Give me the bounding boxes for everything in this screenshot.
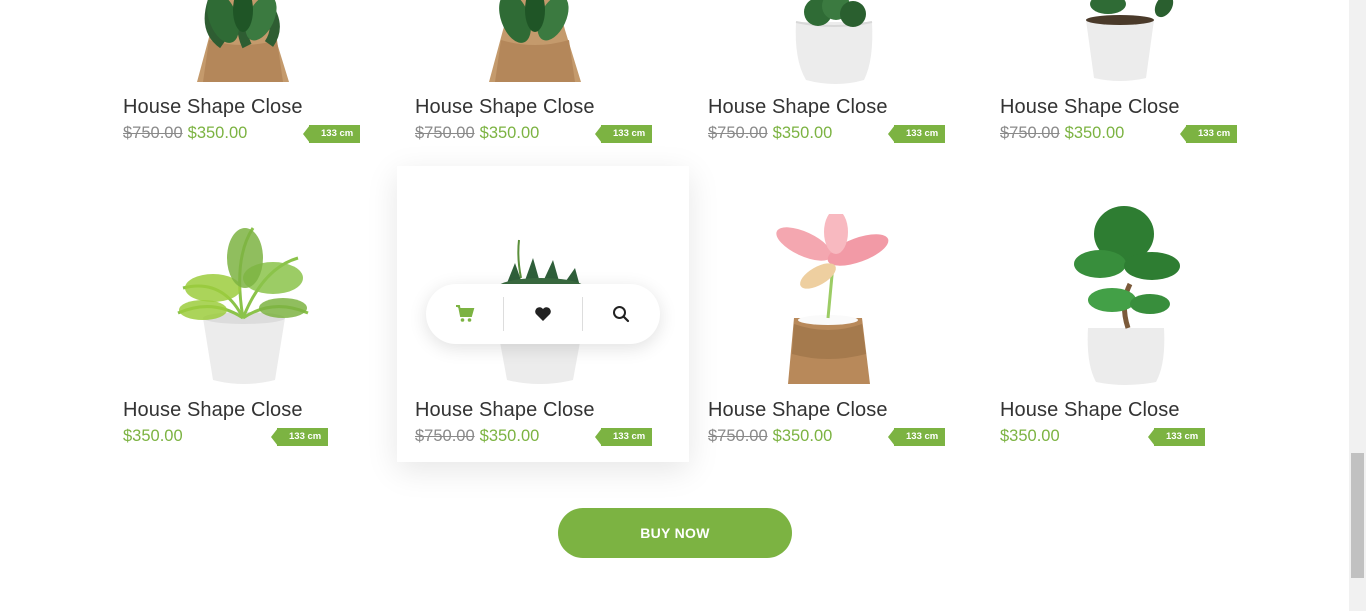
product-title[interactable]: House Shape Close	[123, 399, 303, 422]
size-tag: 133 cm	[887, 428, 946, 446]
size-tag: 133 cm	[302, 125, 361, 143]
size-tag: 133 cm	[270, 428, 329, 446]
product-title[interactable]: House Shape Close	[415, 399, 595, 422]
product-title[interactable]: House Shape Close	[1000, 399, 1180, 422]
price-row: $750.00 $350.00	[415, 427, 539, 446]
heart-icon	[535, 307, 551, 321]
scrollbar-thumb[interactable]	[1351, 453, 1364, 578]
fern-white-pot-icon	[123, 218, 363, 388]
price-row: $750.00 $350.00	[415, 124, 539, 143]
product-title[interactable]: House Shape Close	[123, 96, 303, 119]
product-title[interactable]: House Shape Close	[415, 96, 595, 119]
price-row: $350.00	[123, 427, 183, 446]
vertical-scrollbar[interactable]	[1349, 0, 1366, 611]
old-price: $750.00	[123, 124, 183, 142]
price: $350.00	[1064, 124, 1125, 142]
price: $350.00	[479, 427, 540, 445]
price-row: $750.00 $350.00	[708, 124, 832, 143]
add-to-cart-button[interactable]	[426, 284, 503, 344]
price: $350.00	[772, 124, 833, 142]
search-icon	[613, 306, 630, 323]
old-price: $750.00	[415, 124, 475, 142]
price-row: $750.00 $350.00	[1000, 124, 1124, 143]
product-title[interactable]: House Shape Close	[1000, 96, 1180, 119]
price: $350.00	[479, 124, 540, 142]
size-tag: 133 cm	[887, 125, 946, 143]
product-title[interactable]: House Shape Close	[708, 399, 888, 422]
size-tag: 133 cm	[594, 428, 653, 446]
bush-white-pot-icon	[708, 0, 948, 88]
price: $350.00	[1000, 427, 1060, 445]
calathea-burlap-icon	[415, 0, 655, 88]
price-row: $750.00 $350.00	[708, 427, 832, 446]
price: $350.00	[187, 124, 248, 142]
product-grid-page: House Shape Close $750.00 $350.00 133 cm …	[0, 0, 1349, 611]
size-tag: 133 cm	[1147, 428, 1206, 446]
quick-view-button[interactable]	[583, 284, 660, 344]
product-title[interactable]: House Shape Close	[708, 96, 888, 119]
leafy-white-pot-icon	[1000, 0, 1240, 88]
product-actions	[426, 284, 660, 344]
calathea-burlap-icon	[123, 0, 363, 88]
price: $350.00	[123, 427, 183, 445]
old-price: $750.00	[708, 124, 768, 142]
price: $350.00	[772, 427, 833, 445]
size-tag: 133 cm	[594, 125, 653, 143]
old-price: $750.00	[708, 427, 768, 445]
pink-aglaonema-burlap-icon	[708, 214, 948, 388]
price-row: $350.00	[1000, 427, 1060, 446]
add-to-wishlist-button[interactable]	[504, 284, 581, 344]
old-price: $750.00	[415, 427, 475, 445]
cart-icon	[455, 305, 474, 322]
buy-now-button[interactable]: BUY NOW	[558, 508, 792, 558]
size-tag: 133 cm	[1179, 125, 1238, 143]
price-row: $750.00 $350.00	[123, 124, 247, 143]
old-price: $750.00	[1000, 124, 1060, 142]
norfolk-pine-white-pot-icon	[1000, 204, 1240, 388]
